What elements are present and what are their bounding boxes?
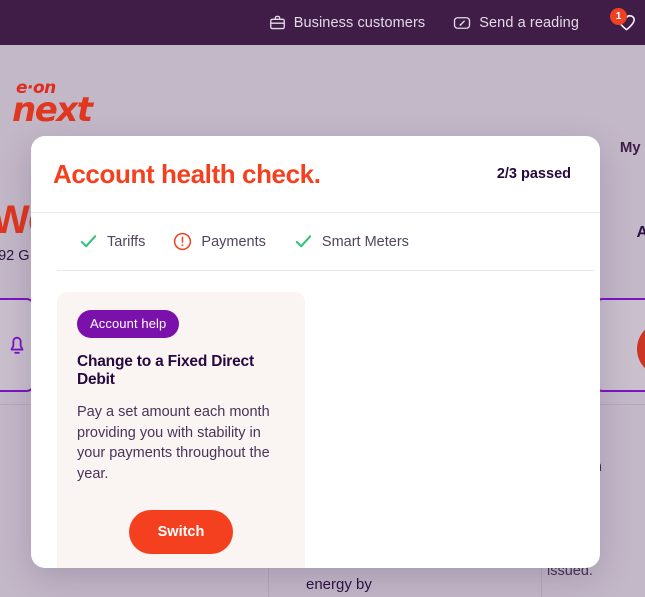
topbar-link-send-a-reading[interactable]: Send a reading <box>453 14 579 32</box>
health-check-label: Smart Meters <box>321 233 409 250</box>
modal-header: Account health check. 2/3 passed <box>31 136 600 213</box>
account-help-title: Change to a Fixed Direct Debit <box>77 353 254 388</box>
logo-line-next: next <box>12 90 93 130</box>
status-badge: 2/3 passed <box>496 166 571 182</box>
modal-body: Account help Change to a Fixed Direct De… <box>31 271 600 568</box>
bell-icon <box>6 330 28 360</box>
account-health-check-modal: Account health check. 2/3 passed Tariffs <box>31 136 600 568</box>
nav-item-label: My <box>619 139 641 156</box>
app-root: Business customers Send a reading 1 e·on… <box>0 0 645 597</box>
eon-next-logo[interactable]: e·on next <box>12 78 112 130</box>
health-check-item-payments[interactable]: Payments <box>173 232 266 251</box>
background-tile-right[interactable] <box>593 298 645 392</box>
alert-circle-icon <box>173 232 192 251</box>
page-title: Account health check. <box>53 158 321 189</box>
health-check-label: Tariffs <box>107 233 146 250</box>
health-check-item-smart-meters[interactable]: Smart Meters <box>294 232 409 251</box>
account-help-cta-wrap: Switch <box>77 510 285 554</box>
health-check-summary-row: Tariffs Payments Smart Meters <box>57 213 594 271</box>
switch-button[interactable]: Switch <box>128 510 234 554</box>
account-help-card: Account help Change to a Fixed Direct De… <box>57 292 305 568</box>
background-subheading: 192 G <box>0 248 30 264</box>
nav-item-my-account[interactable]: My <box>620 139 641 156</box>
background-energy-text: energy by <box>306 576 372 593</box>
top-utility-bar: Business customers Send a reading 1 <box>0 0 645 45</box>
health-check-item-tariffs[interactable]: Tariffs <box>79 232 145 251</box>
check-icon <box>79 232 98 251</box>
meter-icon <box>453 14 471 32</box>
background-account-label: Ac <box>636 224 645 241</box>
topbar-link-label: Business customers <box>293 14 426 31</box>
account-help-badge: Account help <box>77 310 180 338</box>
favourites-badge: 1 <box>610 7 627 25</box>
check-icon <box>294 232 313 251</box>
account-help-body: Pay a set amount each month providing yo… <box>77 404 270 482</box>
background-avatar-circle <box>637 322 645 376</box>
health-check-label: Payments <box>201 233 266 250</box>
topbar-link-label: Send a reading <box>479 14 579 31</box>
topbar-link-business-customers[interactable]: Business customers <box>269 14 426 31</box>
briefcase-icon <box>269 14 286 31</box>
favourites-button[interactable]: 1 <box>607 7 637 38</box>
